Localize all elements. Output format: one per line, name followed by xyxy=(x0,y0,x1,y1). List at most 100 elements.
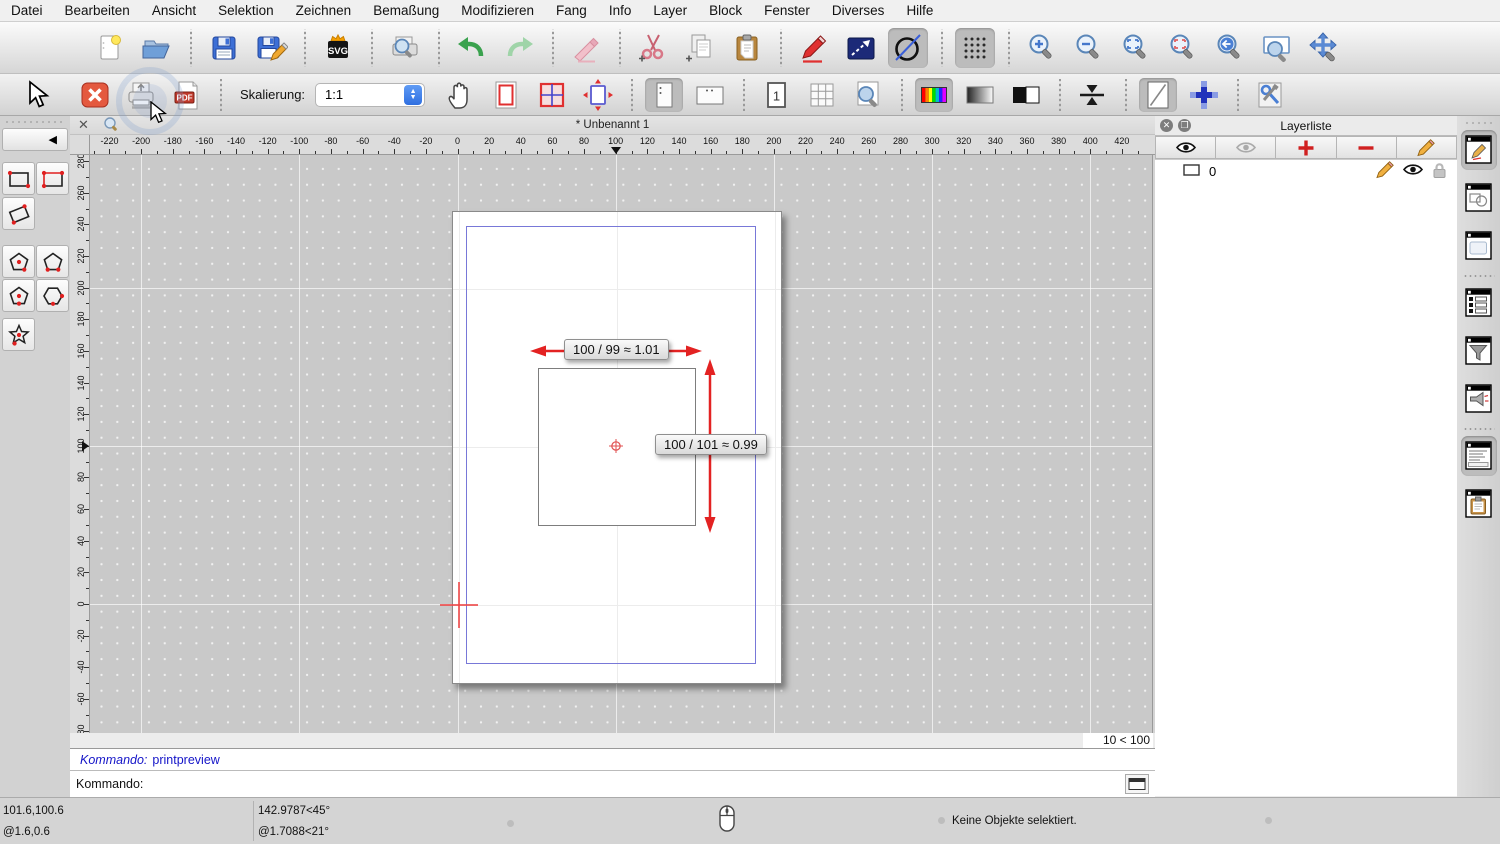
dashed-arrow-box-icon xyxy=(845,32,877,64)
page-line-button[interactable] xyxy=(1139,78,1177,112)
cut-button[interactable] xyxy=(633,28,673,68)
export-pdf-button[interactable]: PDF xyxy=(168,78,206,112)
dock-draw-button[interactable] xyxy=(1461,130,1497,170)
dock-filter-button[interactable] xyxy=(1461,331,1497,371)
star-tool-button[interactable] xyxy=(2,318,35,351)
palette-drag-handle[interactable] xyxy=(4,120,66,124)
print-preview-button[interactable] xyxy=(385,28,425,68)
crosshair-plus-button[interactable] xyxy=(1185,78,1223,112)
open-folder-button[interactable] xyxy=(137,28,177,68)
menu-info[interactable]: Info xyxy=(598,0,643,22)
zoom-in-button[interactable] xyxy=(1022,28,1062,68)
new-document-button[interactable] xyxy=(90,28,130,68)
zoom-window-button[interactable] xyxy=(1257,28,1297,68)
undo-button[interactable] xyxy=(452,28,492,68)
layer-visibility-icon[interactable] xyxy=(1402,161,1424,181)
landscape-page-button[interactable] xyxy=(691,78,729,112)
export-svg-button[interactable]: SVG xyxy=(318,28,358,68)
stepper-icon[interactable]: ▲▼ xyxy=(404,85,422,105)
menu-selektion[interactable]: Selektion xyxy=(207,0,285,22)
rect-2points-tool-button[interactable] xyxy=(2,162,35,195)
redo-button[interactable] xyxy=(499,28,539,68)
menu-hilfe[interactable]: Hilfe xyxy=(895,0,944,22)
menu-layer[interactable]: Layer xyxy=(642,0,698,22)
ruler-label: 260 xyxy=(76,183,86,203)
polygon-2vertices-tool-button[interactable] xyxy=(36,245,69,278)
paper-border-button[interactable] xyxy=(487,78,525,112)
vertical-fit-button[interactable] xyxy=(1073,78,1111,112)
rect-3points-tool-button[interactable] xyxy=(36,162,69,195)
dock-clipboard-button[interactable] xyxy=(1461,484,1497,524)
printer-button[interactable] xyxy=(122,78,160,112)
menu-zeichnen[interactable]: Zeichnen xyxy=(285,0,363,22)
pages-grid-button[interactable] xyxy=(533,78,571,112)
add-layer-button[interactable] xyxy=(1276,136,1336,159)
menu-ansicht[interactable]: Ansicht xyxy=(141,0,207,22)
command-input-line[interactable]: Kommando: xyxy=(70,770,1155,797)
drawing-viewport[interactable]: 100 / 99 ≈ 1.01 100 / 101 ≈ 0.99 xyxy=(90,155,1153,733)
multi-page-button[interactable] xyxy=(803,78,841,112)
paste-button[interactable] xyxy=(727,28,767,68)
eye-hidden-button[interactable] xyxy=(1216,136,1276,159)
ruler-label: 280 xyxy=(893,136,908,146)
zoom-previous-button[interactable] xyxy=(1210,28,1250,68)
zoom-out-button[interactable] xyxy=(1069,28,1109,68)
eye-visible-button[interactable] xyxy=(1155,136,1216,159)
ruler-label: -120 xyxy=(259,136,277,146)
color-mode-button[interactable] xyxy=(915,78,953,112)
dock-drag-handle[interactable] xyxy=(1464,121,1494,125)
menu-bearbeiten[interactable]: Bearbeiten xyxy=(54,0,141,22)
hexagon-tool-button[interactable] xyxy=(36,279,69,312)
ruler-tick xyxy=(600,151,601,154)
grid-toggle-button[interactable] xyxy=(955,28,995,68)
single-page-button[interactable]: 1 xyxy=(757,78,795,112)
dock-blank-button[interactable] xyxy=(1461,226,1497,266)
portrait-page-button[interactable] xyxy=(645,78,683,112)
polygon-center-side-tool-button[interactable] xyxy=(2,279,35,312)
remove-layer-button[interactable] xyxy=(1337,136,1397,159)
ruler-label: 360 xyxy=(1020,136,1035,146)
scale-select[interactable]: 1:1▲▼ xyxy=(315,83,425,107)
blackwhite-mode-button[interactable] xyxy=(1007,78,1045,112)
settings-tools-button[interactable] xyxy=(1251,78,1289,112)
palette-back-button[interactable]: ◀ xyxy=(2,128,68,151)
save-button[interactable] xyxy=(204,28,244,68)
dock-shapes-button[interactable] xyxy=(1461,178,1497,218)
rotated-rect-tool-button[interactable] xyxy=(2,197,35,230)
crosshair-plus-icon xyxy=(1187,78,1221,112)
menu-modifizieren[interactable]: Modifizieren xyxy=(450,0,545,22)
dashed-arrow-box-button[interactable] xyxy=(841,28,881,68)
menu-fenster[interactable]: Fenster xyxy=(753,0,821,22)
svg-text:PDF: PDF xyxy=(177,93,193,102)
menu-fang[interactable]: Fang xyxy=(545,0,598,22)
zoom-page-button[interactable] xyxy=(849,78,887,112)
draw-pen-button[interactable] xyxy=(794,28,834,68)
polygon-center-vertex-tool-button[interactable] xyxy=(2,245,35,278)
edit-layer-icon[interactable] xyxy=(1374,160,1396,183)
menu-datei[interactable]: Datei xyxy=(0,0,54,22)
dock-block-button[interactable] xyxy=(1461,379,1497,419)
close-x-button[interactable] xyxy=(76,78,114,112)
ruler-label: 420 xyxy=(1114,136,1129,146)
dock-command-button[interactable] xyxy=(1461,436,1497,476)
save-as-button[interactable] xyxy=(251,28,291,68)
grayscale-mode-button[interactable] xyxy=(961,78,999,112)
menu-diverses[interactable]: Diverses xyxy=(821,0,896,22)
delete-eraser-button[interactable] xyxy=(566,28,606,68)
menu-block[interactable]: Block xyxy=(698,0,753,22)
copy-button[interactable] xyxy=(680,28,720,68)
command-detach-button[interactable] xyxy=(1125,774,1149,794)
draft-mode-button[interactable] xyxy=(888,28,928,68)
selection-pointer-button[interactable] xyxy=(18,78,54,112)
menu-bemaung[interactable]: Bemaßung xyxy=(362,0,450,22)
fit-page-button[interactable] xyxy=(579,78,617,112)
ruler-tick xyxy=(568,151,569,154)
layer-lock-icon[interactable] xyxy=(1430,161,1449,182)
zoom-selection-button[interactable] xyxy=(1163,28,1203,68)
zoom-auto-button[interactable] xyxy=(1116,28,1156,68)
zoom-pan-button[interactable] xyxy=(1304,28,1344,68)
layer-row[interactable]: 0 xyxy=(1155,160,1457,182)
pan-hand-button[interactable] xyxy=(441,78,479,112)
edit-layer-button[interactable] xyxy=(1397,136,1457,159)
dock-list-button[interactable] xyxy=(1461,283,1497,323)
